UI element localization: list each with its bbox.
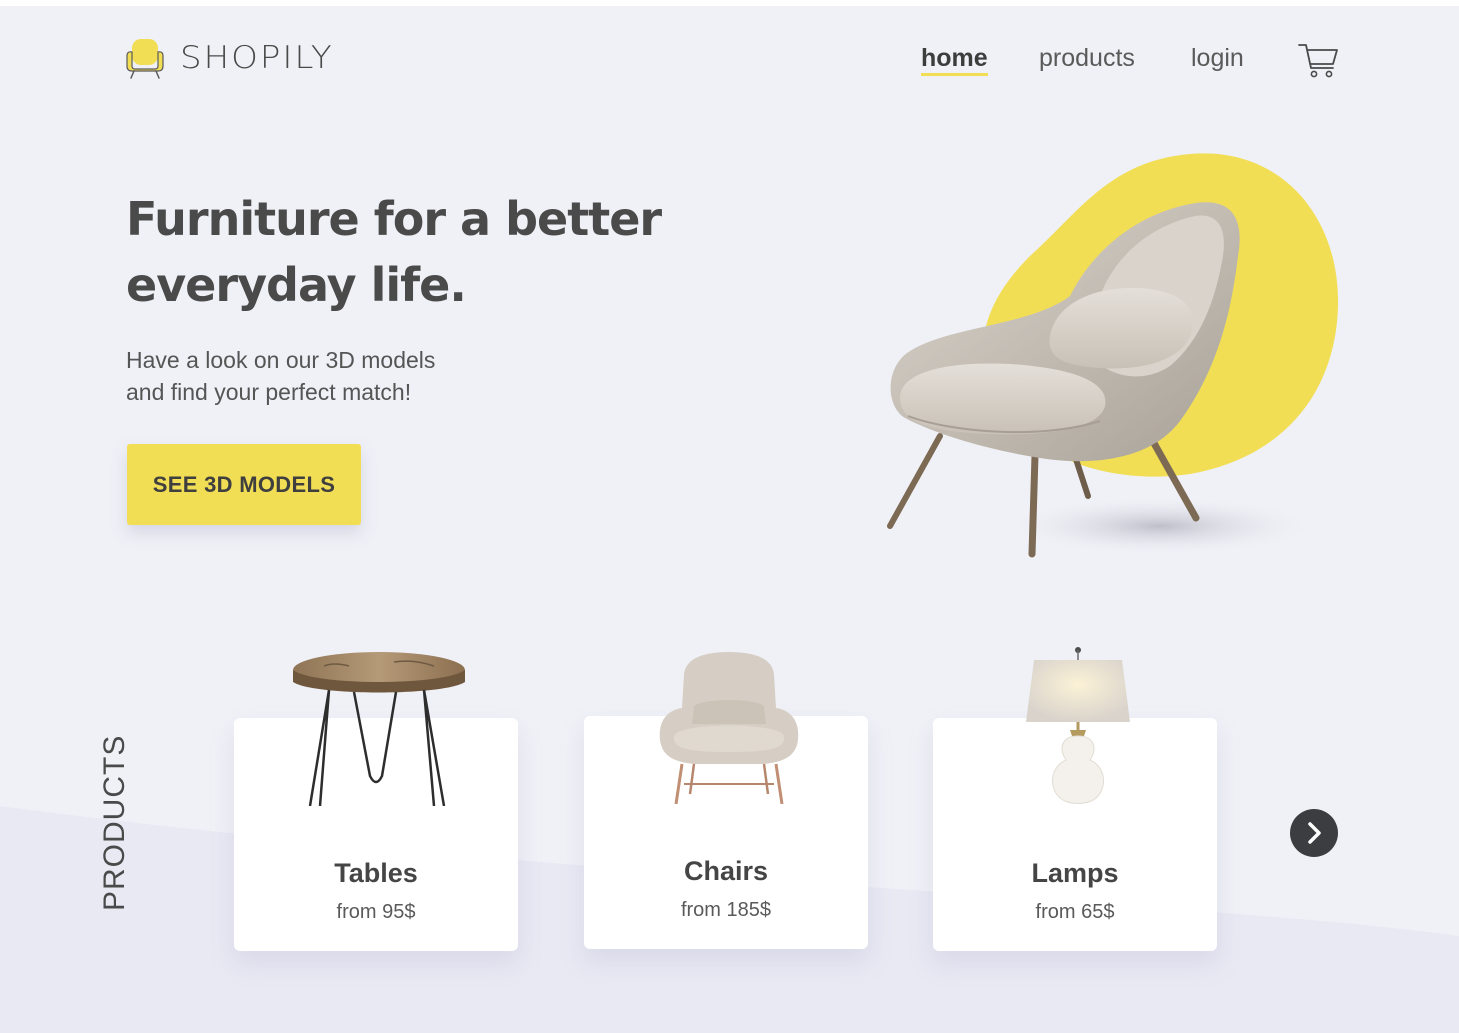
card-price: from 185$ xyxy=(680,899,772,921)
active-underline xyxy=(921,73,988,76)
side-table-image xyxy=(293,652,465,806)
main-nav: home products login xyxy=(0,44,1459,84)
hero-subtitle-line: and find your perfect match! xyxy=(126,379,412,405)
nav-item-label: products xyxy=(1039,44,1135,72)
card-title: Tables xyxy=(334,858,418,888)
hero-title: Furniture for a better everyday life. xyxy=(126,186,746,318)
nav-item-home[interactable]: home xyxy=(921,44,988,76)
hero-title-line: everyday life. xyxy=(126,258,467,312)
nav-item-login[interactable]: login xyxy=(1191,44,1244,73)
card-title: Lamps xyxy=(1031,858,1119,888)
chevron-right-icon xyxy=(1308,822,1321,844)
card-price: from 95$ xyxy=(336,901,416,923)
nav-item-products[interactable]: products xyxy=(1039,44,1135,73)
landing-page: SHOPILY home products login Furniture fo… xyxy=(0,6,1459,1033)
hero-subtitle-line: Have a look on our 3D models xyxy=(126,347,436,373)
card-price: from 65$ xyxy=(1035,901,1115,923)
cart-icon[interactable] xyxy=(1297,42,1339,80)
see-3d-models-button[interactable]: SEE 3D MODELS xyxy=(127,444,361,525)
hero-subtitle: Have a look on our 3D models and find yo… xyxy=(126,344,506,408)
hero-title-line: Furniture for a better xyxy=(126,192,662,246)
nav-item-label: login xyxy=(1191,44,1244,72)
nav-item-label: home xyxy=(921,44,988,72)
products-next-button[interactable] xyxy=(1290,809,1338,857)
products-section-label: PRODUCTS xyxy=(98,734,131,911)
lounge-chair-image xyxy=(659,652,799,804)
card-title: Chairs xyxy=(683,856,769,886)
armchair-image xyxy=(887,153,1339,558)
table-lamp-image xyxy=(1026,647,1130,804)
